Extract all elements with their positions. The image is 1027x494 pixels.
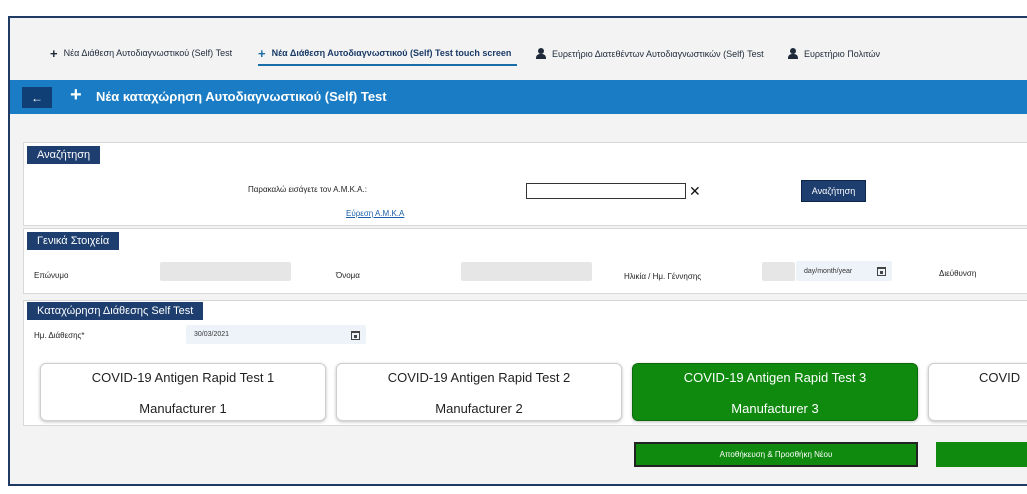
- test-manufacturer: Manufacturer 2: [435, 401, 523, 416]
- test-cards: COVID-19 Antigen Rapid Test 1 Manufactur…: [40, 363, 1027, 423]
- tab-label: Νέα Διάθεση Αυτοδιαγνωστικού (Self) Test…: [271, 48, 512, 58]
- age-dob-label: Ηλικία / Ημ. Γέννησης: [624, 272, 702, 281]
- address-label: Διεύθυνση: [939, 269, 977, 278]
- search-section: Παρακαλώ εισάγετε τον Α.Μ.Κ.Α.: ✕ Αναζήτ…: [23, 142, 1027, 226]
- dob-placeholder: day/month/year: [804, 267, 853, 275]
- amka-input[interactable]: [526, 183, 686, 199]
- tab-disposed-index[interactable]: Ευρετήριο Διατεθέντων Αυτοδιαγνωστικών (…: [536, 48, 764, 59]
- active-tab-underline: [258, 64, 518, 66]
- top-nav: + Νέα Διάθεση Αυτοδιαγνωστικού (Self) Te…: [10, 18, 1027, 80]
- test-manufacturer: Manufacturer 3: [731, 401, 819, 416]
- back-button[interactable]: ←: [22, 87, 52, 108]
- tab-label: Ευρετήριο Πολιτών: [804, 48, 881, 59]
- person-icon: [788, 48, 798, 59]
- general-section: Επώνυμο Όνομα Ηλικία / Ημ. Γέννησης day/…: [23, 228, 1027, 294]
- clear-icon[interactable]: ✕: [689, 184, 701, 198]
- disposal-section-label: Καταχώρηση Διάθεσης Self Test: [27, 302, 204, 320]
- test-card-4[interactable]: COVID: [928, 363, 1027, 421]
- name-field[interactable]: [461, 262, 592, 281]
- tab-label: Νέα Διάθεση Αυτοδιαγνωστικού (Self) Test: [63, 48, 233, 58]
- name-label: Όνομα: [336, 271, 360, 280]
- surname-label: Επώνυμο: [34, 271, 69, 280]
- disposal-date-value: 30/03/2021: [194, 331, 230, 338]
- page-header: ← + Νέα καταχώρηση Αυτοδιαγνωστικού (Sel…: [10, 80, 1027, 114]
- calendar-icon[interactable]: [351, 331, 360, 340]
- calendar-icon[interactable]: [877, 267, 886, 276]
- app-window: + Νέα Διάθεση Αυτοδιαγνωστικού (Self) Te…: [8, 16, 1027, 486]
- test-card-2[interactable]: COVID-19 Antigen Rapid Test 2 Manufactur…: [336, 363, 622, 421]
- disposal-date-label: Ημ. Διάθεσης*: [34, 331, 85, 340]
- test-manufacturer: Manufacturer 1: [139, 401, 227, 416]
- test-name: COVID: [979, 370, 1021, 385]
- tab-new-disposal[interactable]: + Νέα Διάθεση Αυτοδιαγνωστικού (Self) Te…: [50, 45, 233, 61]
- disposal-date-field[interactable]: 30/03/2021: [186, 325, 366, 344]
- test-card-1[interactable]: COVID-19 Antigen Rapid Test 1 Manufactur…: [40, 363, 326, 421]
- surname-field[interactable]: [160, 262, 291, 281]
- age-field[interactable]: [762, 262, 795, 281]
- test-name: COVID-19 Antigen Rapid Test 3: [683, 370, 867, 385]
- page-title: Νέα καταχώρηση Αυτοδιαγνωστικού (Self) T…: [96, 89, 387, 104]
- plus-icon: +: [70, 84, 82, 106]
- save-and-add-button[interactable]: Αποθήκευση & Προσθήκη Νέου: [634, 442, 918, 467]
- save-button[interactable]: [936, 442, 1027, 467]
- find-amka-link[interactable]: Εύρεση Α.Μ.Κ.Α: [346, 209, 404, 218]
- plus-icon: +: [50, 45, 58, 61]
- tab-new-disposal-touch[interactable]: + Νέα Διάθεση Αυτοδιαγνωστικού (Self) Te…: [258, 45, 518, 66]
- plus-icon: +: [258, 45, 266, 61]
- amka-prompt: Παρακαλώ εισάγετε τον Α.Μ.Κ.Α.:: [248, 185, 367, 194]
- tab-label: Ευρετήριο Διατεθέντων Αυτοδιαγνωστικών (…: [552, 48, 764, 59]
- test-name: COVID-19 Antigen Rapid Test 2: [387, 370, 571, 385]
- search-section-label: Αναζήτηση: [27, 146, 101, 164]
- test-card-3[interactable]: COVID-19 Antigen Rapid Test 3 Manufactur…: [632, 363, 918, 421]
- tab-citizens-index[interactable]: Ευρετήριο Πολιτών: [788, 48, 880, 59]
- search-button[interactable]: Αναζήτηση: [801, 180, 866, 202]
- test-name: COVID-19 Antigen Rapid Test 1: [91, 370, 275, 385]
- general-section-label: Γενικά Στοιχεία: [27, 232, 120, 250]
- person-icon: [536, 48, 546, 59]
